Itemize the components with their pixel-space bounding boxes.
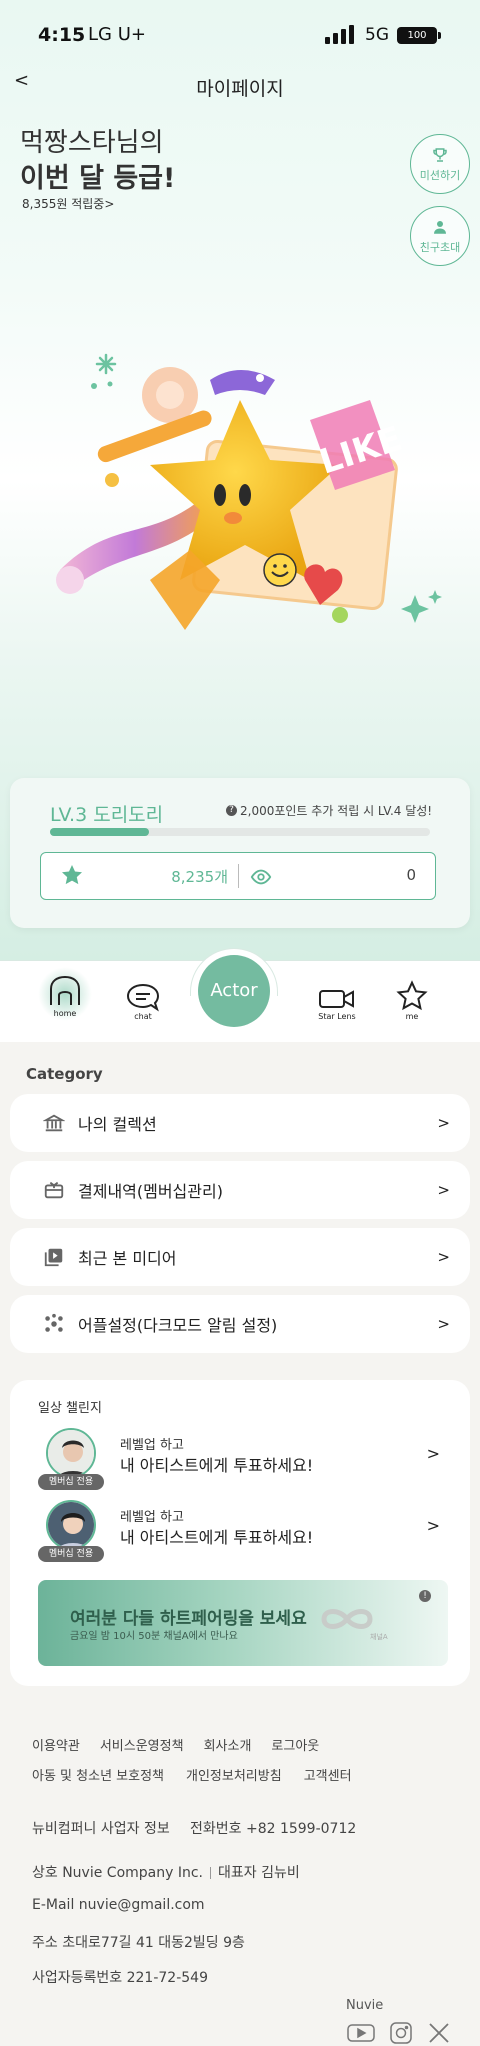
challenge-subtitle: 레벨업 하고 (120, 1438, 184, 1453)
divider (210, 1867, 211, 1879)
footer-link-about[interactable]: 회사소개 (204, 1735, 252, 1754)
avatar (46, 1428, 96, 1478)
tab-chat-label: chat (134, 1012, 152, 1021)
page-title: 마이페이지 (196, 78, 284, 100)
tab-chat[interactable]: chat (118, 982, 168, 1021)
company-address: 주소 초대로77길 41 대동2빌딩 9층 (32, 1935, 245, 1951)
category-title: Category (26, 1065, 103, 1083)
challenge-row[interactable]: 멤버십 전용 레벨업 하고 내 아티스트에게 투표하세요! > (38, 1428, 448, 1494)
menu-recent-media[interactable]: 최근 본 미디어 > (10, 1228, 470, 1286)
tab-home[interactable]: home (38, 967, 92, 1021)
challenge-title: 일상 챌린지 (38, 1401, 102, 1416)
business-number: 사업자등록번호 221-72-549 (32, 1970, 208, 1986)
chat-bubble-icon (126, 983, 160, 1012)
avatar (46, 1500, 96, 1550)
help-icon: ? (226, 805, 237, 816)
mascot-star-illustration: LIKE (56, 353, 442, 630)
tab-home-label: home (53, 1009, 77, 1018)
footer-link-support[interactable]: 고객센터 (304, 1765, 352, 1784)
footer-link-privacy[interactable]: 개인정보처리방침 (186, 1765, 282, 1784)
status-bar: 4:15 LG U+ 5G 100 (0, 0, 480, 70)
trophy-icon (433, 147, 447, 162)
youtube-icon[interactable] (346, 2022, 376, 2044)
company-phone: 전화번호 +82 1599-0712 (190, 1821, 357, 1837)
settings-nodes-icon (42, 1312, 66, 1336)
menu-app-settings[interactable]: 어플설정(다크모드 알림 설정) > (10, 1295, 470, 1353)
company-ceo: 대표자 김뉴비 (218, 1865, 300, 1881)
tab-star-lens[interactable]: Star Lens (312, 988, 362, 1021)
points-link[interactable]: 8,355원 적립중> (22, 195, 114, 212)
challenge-subtitle: 레벨업 하고 (120, 1510, 184, 1525)
gift-card-icon (42, 1178, 66, 1202)
status-time: 4:15 (38, 24, 86, 46)
tab-me-label: me (405, 1012, 419, 1021)
menu-payment-history[interactable]: 결제내역(멤버십관리) > (10, 1161, 470, 1219)
menu-label: 결제내역(멤버십관리) (78, 1182, 223, 1201)
channel-a-logo (321, 1609, 373, 1629)
greeting-line1: 먹짱스타님의 (20, 128, 164, 158)
level-hint: ? 2,000포인트 추가 적립 시 LV.4 달성! (226, 802, 432, 819)
eye-icon (250, 869, 272, 885)
invite-friend-button[interactable]: 친구초대 (410, 206, 470, 266)
actor-button[interactable]: Actor (198, 955, 270, 1027)
brand-name: Nuvie (346, 1998, 384, 2013)
signal-icon (325, 24, 354, 44)
menu-label: 나의 컬렉션 (78, 1115, 157, 1134)
play-library-icon (42, 1245, 66, 1269)
company-info-toggle[interactable]: 뉴비컴퍼니 사업자 정보 (32, 1818, 170, 1838)
x-twitter-icon[interactable] (426, 2020, 452, 2046)
company-name: 상호 Nuvie Company Inc. (32, 1865, 203, 1881)
company-email: E-Mail nuvie@gmail.com (32, 1897, 205, 1913)
instagram-icon[interactable] (388, 2020, 414, 2046)
menu-label: 어플설정(다크모드 알림 설정) (78, 1316, 278, 1335)
chevron-right-icon: > (437, 1114, 450, 1132)
banner-subtitle: 금요일 밤 10시 50분 채널A에서 만나요 (70, 1631, 238, 1642)
menu-label: 최근 본 미디어 (78, 1249, 177, 1268)
membership-badge: 멤버십 전용 (38, 1546, 104, 1562)
greeting-line2: 이번 달 등급! (20, 163, 176, 194)
chevron-right-icon: > (437, 1248, 450, 1266)
channel-a-logo-text: 채널A (370, 1633, 388, 1641)
level-name: LV.3 도리도리 (50, 804, 164, 826)
home-icon (50, 975, 80, 1005)
network-type: 5G (365, 25, 389, 45)
invite-label: 친구초대 (419, 240, 461, 254)
info-icon[interactable]: ! (419, 1590, 431, 1602)
footer-link-youth-policy[interactable]: 아동 및 청소년 보호정책 (32, 1765, 164, 1784)
star-count: 8,235개 (171, 868, 228, 886)
bank-icon (42, 1111, 66, 1135)
footer-links-row1: 이용약관 서비스운영정책 회사소개 로그아웃 (32, 1735, 319, 1754)
level-progress-fill (50, 828, 149, 836)
mission-button[interactable]: 미션하기 (410, 134, 470, 194)
footer-link-terms[interactable]: 이용약관 (32, 1735, 80, 1754)
chevron-right-icon: > (426, 1516, 440, 1535)
company-name-row: 상호 Nuvie Company Inc. 대표자 김뉴비 (32, 1862, 300, 1882)
challenge-main-text: 내 아티스트에게 투표하세요! (120, 1456, 314, 1475)
banner-title: 여러분 다들 하트페어링을 보세요 (70, 1609, 307, 1629)
star-outline-icon (396, 980, 428, 1011)
menu-my-collection[interactable]: 나의 컬렉션 > (10, 1094, 470, 1152)
status-carrier: LG U+ (88, 24, 146, 45)
person-icon (434, 220, 446, 234)
chevron-right-icon: > (426, 1444, 440, 1463)
mission-label: 미션하기 (419, 168, 461, 182)
membership-badge: 멤버십 전용 (38, 1474, 104, 1490)
chevron-right-icon: > (437, 1181, 450, 1199)
stats-divider (238, 864, 239, 888)
challenge-row[interactable]: 멤버십 전용 레벨업 하고 내 아티스트에게 투표하세요! > (38, 1500, 448, 1566)
level-hint-text: 2,000포인트 추가 적립 시 LV.4 달성! (240, 804, 433, 818)
footer-link-service-policy[interactable]: 서비스운영정책 (100, 1735, 184, 1754)
footer-links-row2: 아동 및 청소년 보호정책 개인정보처리방침 고객센터 (32, 1765, 352, 1784)
tab-me[interactable]: me (387, 980, 437, 1021)
star-icon (62, 865, 82, 885)
view-count: 0 (406, 866, 416, 884)
challenge-main-text: 내 아티스트에게 투표하세요! (120, 1528, 314, 1547)
tab-star-lens-label: Star Lens (318, 1012, 356, 1021)
battery-icon: 100 (397, 27, 441, 44)
chevron-right-icon: > (437, 1315, 450, 1333)
video-camera-icon (319, 990, 354, 1008)
footer-link-logout[interactable]: 로그아웃 (271, 1735, 319, 1754)
